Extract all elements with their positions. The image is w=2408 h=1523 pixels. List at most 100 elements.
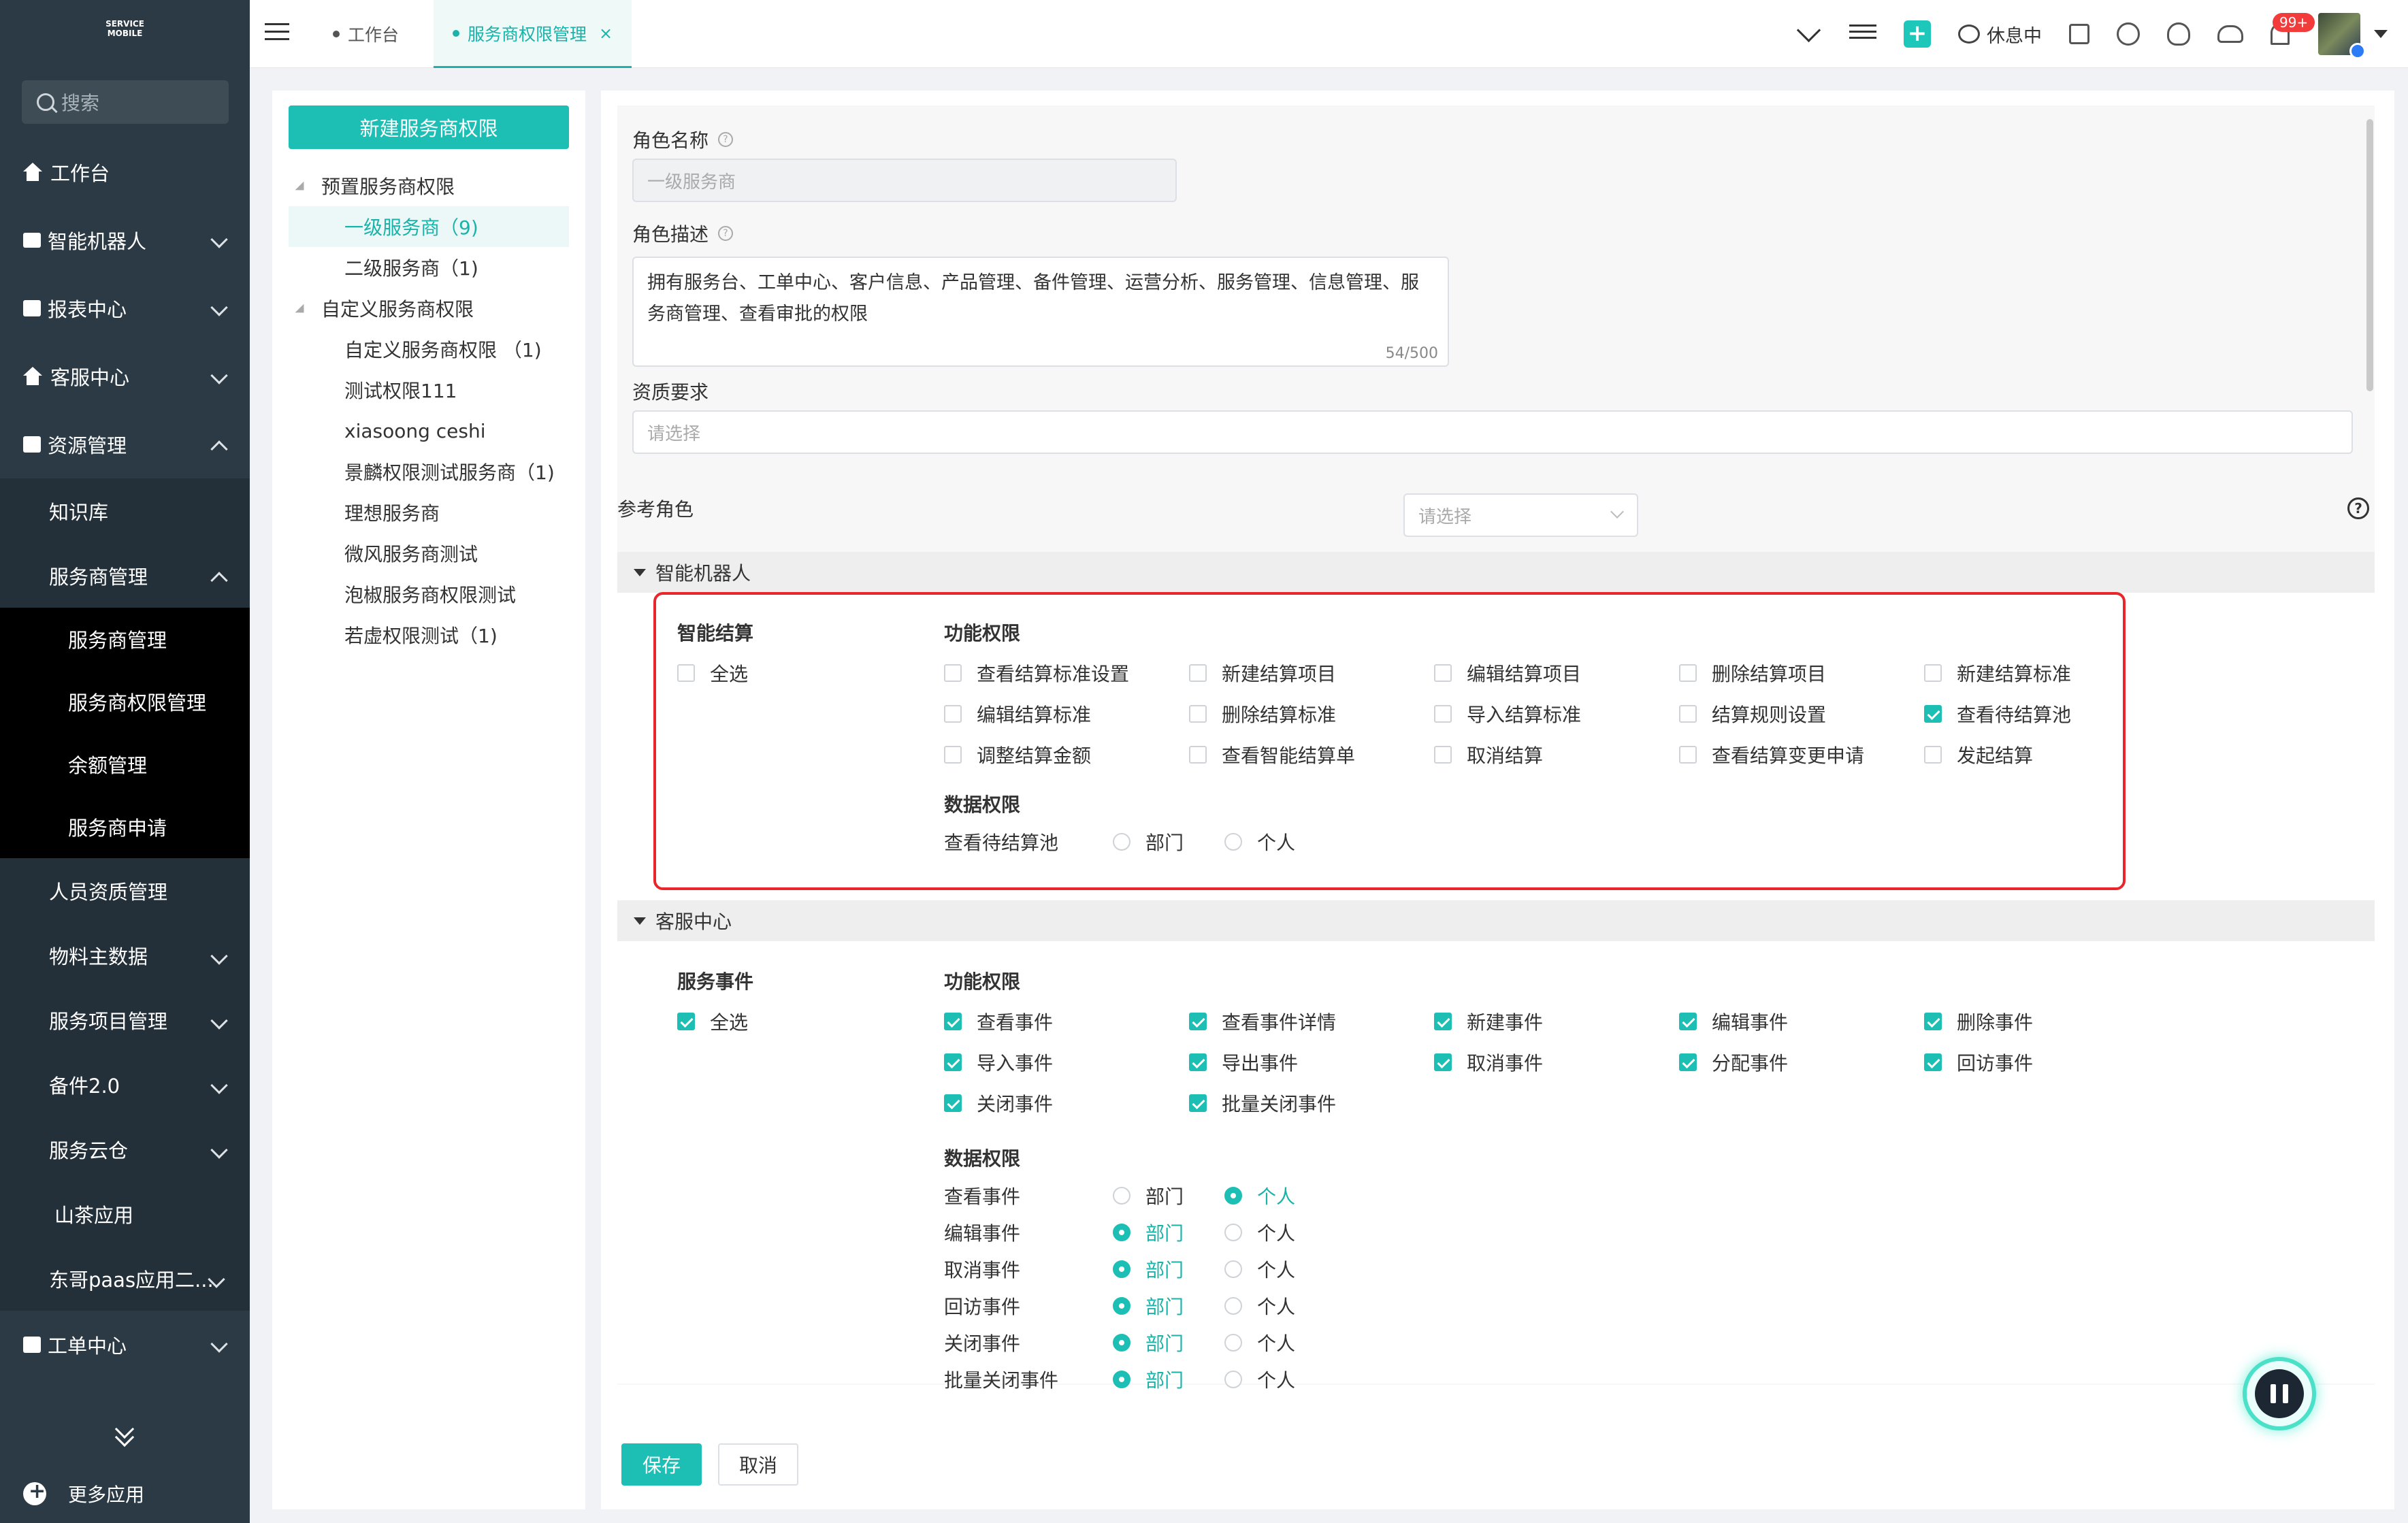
permission-label: 新建事件	[1467, 1011, 1544, 1034]
collapse-triangle-icon[interactable]	[295, 304, 304, 313]
cancel-button[interactable]: 取消	[718, 1443, 798, 1486]
permission-checkbox[interactable]: 分配事件	[1679, 1049, 1788, 1076]
qualification-select[interactable]: 请选择	[632, 410, 2353, 454]
radio-dept[interactable]: 部门	[1113, 1182, 1184, 1209]
role-name-input[interactable]: 一级服务商	[632, 159, 1177, 202]
sidebar-item-cloud-warehouse[interactable]: 服务云仓	[0, 1117, 250, 1181]
sidebar-item-camellia[interactable]: 山茶应用	[0, 1181, 250, 1246]
radio-personal[interactable]: 个人	[1224, 1219, 1295, 1246]
sidebar-item-knowledge[interactable]: 知识库	[0, 478, 250, 543]
tree-node-level1[interactable]: 一级服务商（9)	[289, 206, 569, 247]
help-icon[interactable]: ?	[718, 132, 734, 147]
sidebar-item-workbench[interactable]: 工作台	[0, 138, 250, 206]
sidebar-item-resource[interactable]: 资源管理	[0, 410, 250, 478]
tree-node-test111[interactable]: 测试权限111	[289, 370, 569, 410]
new-provider-permission-button[interactable]: 新建服务商权限	[289, 105, 569, 149]
section-header-robot[interactable]: 智能机器人	[617, 552, 2375, 593]
caret-down-icon[interactable]	[2374, 30, 2388, 38]
radio-dept[interactable]: 部门	[1113, 1329, 1184, 1356]
radio-personal[interactable]: 个人	[1224, 1292, 1295, 1320]
section-header-service[interactable]: 客服中心	[617, 900, 2375, 941]
checkbox-box	[1189, 1053, 1207, 1071]
tree-node-paojiao[interactable]: 泡椒服务商权限测试	[289, 574, 569, 615]
tree-node-lixiang[interactable]: 理想服务商	[289, 492, 569, 533]
tree-node-xiasoong[interactable]: xiasoong ceshi	[289, 410, 569, 451]
permission-checkbox[interactable]: 查看事件详情	[1189, 1008, 1336, 1035]
tree-node-weifeng[interactable]: 微风服务商测试	[289, 533, 569, 574]
tree-node-ruoxu[interactable]: 若虚权限测试（1)	[289, 615, 569, 655]
more-apps-button[interactable]: 更多应用	[23, 1477, 144, 1511]
radio-dept[interactable]: 部门	[1113, 1366, 1184, 1393]
help-icon[interactable]: ?	[2347, 497, 2369, 519]
sidebar-item-service-center[interactable]: 客服中心	[0, 342, 250, 410]
collapse-menu-icon[interactable]	[265, 23, 289, 42]
sidebar-item-label: 服务商管理	[49, 565, 148, 589]
sidebar-item-paas-app[interactable]: 东哥paas应用二...	[0, 1246, 250, 1311]
notification-bell-icon[interactable]: 99+	[2271, 13, 2315, 45]
permission-checkbox[interactable]: 编辑事件	[1679, 1008, 1788, 1035]
tab-workbench[interactable]: 工作台	[333, 0, 399, 68]
radio-personal[interactable]: 个人	[1224, 1329, 1295, 1356]
scrollbar[interactable]	[2366, 119, 2373, 391]
chevron-up-icon	[210, 440, 228, 458]
rest-status-button[interactable]: 休息中	[1958, 21, 2042, 48]
cloud-download-icon[interactable]	[2217, 25, 2243, 43]
save-button[interactable]: 保存	[621, 1443, 702, 1486]
permission-checkbox[interactable]: 取消事件	[1434, 1049, 1543, 1076]
user-avatar[interactable]	[2318, 13, 2366, 59]
radio-dept[interactable]: 部门	[1113, 1256, 1184, 1283]
permission-label: 批量关闭事件	[1222, 1093, 1337, 1115]
permission-checkbox[interactable]: 关闭事件	[944, 1090, 1053, 1117]
expand-more-icon[interactable]	[114, 1419, 135, 1447]
floating-pause-button[interactable]	[2243, 1357, 2316, 1430]
permission-checkbox[interactable]: 查看事件	[944, 1008, 1053, 1035]
list-menu-icon[interactable]	[1849, 20, 1876, 48]
radio-personal[interactable]: 个人	[1224, 1366, 1295, 1393]
sidebar-item-material[interactable]: 物料主数据	[0, 923, 250, 987]
tree-node-jinglin[interactable]: 景麟权限测试服务商（1)	[289, 451, 569, 492]
chevron-down-icon[interactable]	[1795, 20, 1822, 48]
sidebar-item-provider-permission[interactable]: 服务商权限管理	[0, 670, 250, 733]
sidebar-item-report[interactable]: 报表中心	[0, 274, 250, 342]
sidebar-item-staff-qualification[interactable]: 人员资质管理	[0, 858, 250, 923]
sidebar-item-provider-apply[interactable]: 服务商申请	[0, 796, 250, 858]
help-icon[interactable]: ?	[718, 226, 734, 241]
permission-checkbox[interactable]: 回访事件	[1924, 1049, 2033, 1076]
sidebar-item-spare-parts[interactable]: 备件2.0	[0, 1052, 250, 1117]
tree-node-custom[interactable]: 自定义服务商权限	[289, 288, 569, 329]
radio-personal[interactable]: 个人	[1224, 1182, 1295, 1209]
select-all-checkbox[interactable]: 全选	[677, 1008, 748, 1035]
permission-checkbox[interactable]: 导入事件	[944, 1049, 1053, 1076]
tab-provider-permission[interactable]: 服务商权限管理 ×	[434, 0, 632, 68]
calendar-icon[interactable]	[2069, 24, 2089, 44]
tab-close-icon[interactable]: ×	[599, 24, 613, 43]
sidebar-item-balance[interactable]: 余额管理	[0, 733, 250, 796]
sidebar-search-input[interactable]: 搜索	[22, 80, 229, 124]
sidebar-item-workorder[interactable]: 工单中心	[0, 1311, 250, 1379]
sidebar-item-service-project[interactable]: 服务项目管理	[0, 987, 250, 1052]
permission-checkbox[interactable]: 新建事件	[1434, 1008, 1543, 1035]
sidebar-item-robot[interactable]: 智能机器人	[0, 206, 250, 274]
tree-node-label: 自定义服务商权限	[321, 298, 474, 321]
tree-node-custom-permission[interactable]: 自定义服务商权限 （1)	[289, 329, 569, 370]
permission-checkbox[interactable]: 导出事件	[1189, 1049, 1298, 1076]
collapse-triangle-icon[interactable]	[295, 181, 304, 191]
highlight-box	[653, 592, 2126, 890]
radio-personal[interactable]: 个人	[1224, 1256, 1295, 1283]
add-icon[interactable]: +	[1904, 20, 1931, 48]
sidebar-item-provider-mgmt[interactable]: 服务商管理	[0, 543, 250, 608]
role-desc-textarea[interactable]: 拥有服务台、工单中心、客户信息、产品管理、备件管理、运营分析、服务管理、信息管理…	[632, 257, 1449, 367]
permission-checkbox[interactable]: 删除事件	[1924, 1008, 2033, 1035]
radio-dept[interactable]: 部门	[1113, 1219, 1184, 1246]
tree-node-preset[interactable]: 预置服务商权限	[289, 165, 569, 206]
tree-node-level2[interactable]: 二级服务商（1)	[289, 247, 569, 288]
headset-icon[interactable]	[2167, 22, 2190, 46]
permission-checkbox[interactable]: 批量关闭事件	[1189, 1090, 1336, 1117]
sidebar-item-provider-manage[interactable]: 服务商管理	[0, 608, 250, 670]
help-icon[interactable]	[2117, 22, 2140, 46]
notification-badge: 99+	[2273, 13, 2315, 32]
radio-dept[interactable]: 部门	[1113, 1292, 1184, 1320]
app-logo[interactable]: SERVICE MOBILE	[0, 0, 250, 68]
tree-node-label: 理想服务商	[344, 502, 440, 525]
ref-role-select[interactable]: 请选择	[1403, 493, 1638, 537]
